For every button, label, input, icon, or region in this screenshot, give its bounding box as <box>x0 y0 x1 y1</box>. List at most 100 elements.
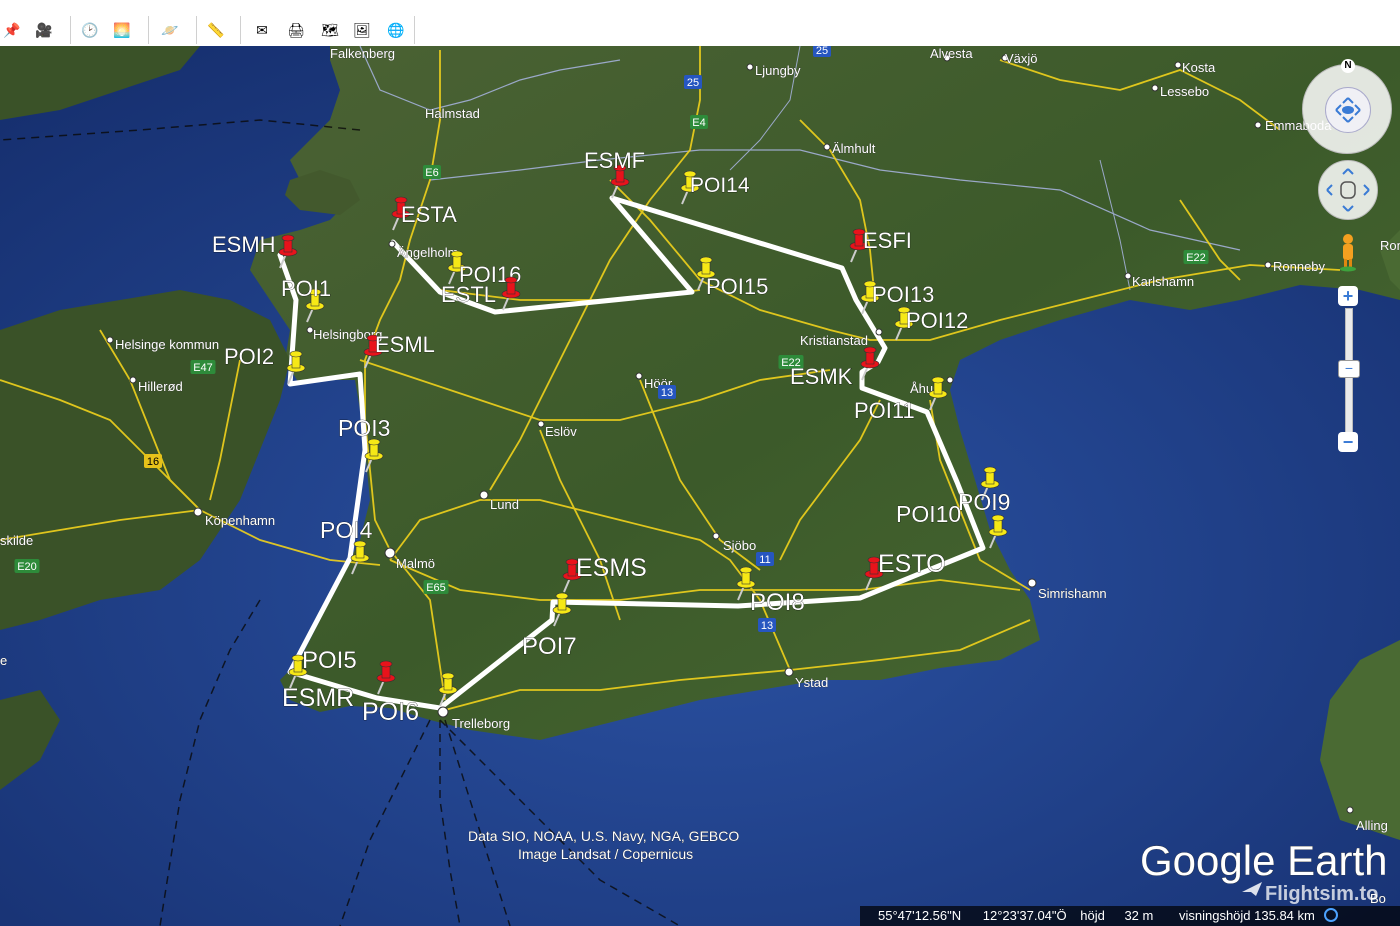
road-shield-label: 16 <box>147 456 159 468</box>
marker-label-poi12[interactable]: POI12 <box>906 308 969 334</box>
marker-label-poi2[interactable]: POI2 <box>224 344 275 370</box>
road-shield-label: E22 <box>1186 252 1206 264</box>
place-label: Lund <box>490 497 519 512</box>
marker-label-poi13[interactable]: POI13 <box>872 282 935 308</box>
move-control[interactable] <box>1318 160 1378 220</box>
road-shield-label: 25 <box>687 77 699 89</box>
zoom-in-button[interactable]: + <box>1338 286 1358 306</box>
view-in-maps-button[interactable]: 🗺 <box>318 18 342 42</box>
road-shield-r16: 16 <box>144 454 162 468</box>
marker-label-poi3[interactable]: POI3 <box>338 415 391 442</box>
zoom-out-button[interactable]: − <box>1338 432 1358 452</box>
road-shield-label: E4 <box>692 117 705 129</box>
add-tour-icon: 🎥 <box>35 21 53 38</box>
place-label: skilde <box>0 533 33 548</box>
place-label: Halmstad <box>425 106 480 121</box>
add-tour-button[interactable]: 🎥 <box>32 18 56 42</box>
add-placemark-button[interactable]: 📌 <box>0 18 24 42</box>
marker-label-poi10[interactable]: POI10 <box>896 501 962 528</box>
historical-imagery-icon: 🕑 <box>81 21 99 38</box>
road-shield-label: 13 <box>761 620 773 632</box>
compass-north-label: N <box>1341 59 1355 73</box>
marker-label-esmh[interactable]: ESMH <box>212 232 276 258</box>
zoom-handle[interactable]: − <box>1338 360 1360 378</box>
toolbar: 📌 🎥 🕑 🌅 🪐 📏 ✉ 🖨 🗺 🖼 🌐 <box>0 0 1400 46</box>
map-credits-imagery: Image Landsat / Copernicus <box>518 846 693 862</box>
toolbar-separator <box>414 16 415 44</box>
toolbar-separator <box>240 16 241 44</box>
marker-label-poi5[interactable]: POI5 <box>302 647 357 675</box>
sunlight-icon: 🌅 <box>113 21 131 38</box>
eye-altitude-readout: visningshöjd 135.84 km <box>1178 908 1315 923</box>
place-label: Kosta <box>1182 60 1216 75</box>
print-icon: 🖨 <box>287 21 305 38</box>
email-button[interactable]: ✉ <box>250 18 274 42</box>
ruler-icon: 📏 <box>207 21 225 38</box>
road-shield-label: E47 <box>193 362 213 374</box>
road-shield-r25b: 25 <box>813 46 831 57</box>
street-view-pegman-icon[interactable] <box>1338 232 1358 272</box>
save-image-button[interactable]: 🖼 <box>350 18 374 42</box>
place-label: Lessebo <box>1160 84 1209 99</box>
sunlight-button[interactable]: 🌅 <box>110 18 134 42</box>
marker-label-esms[interactable]: ESMS <box>576 554 647 583</box>
place-label: Simrishamn <box>1038 586 1107 601</box>
marker-label-esmr[interactable]: ESMR <box>282 684 355 713</box>
marker-label-estl[interactable]: ESTL <box>441 282 497 308</box>
marker-label-esta[interactable]: ESTA <box>401 202 458 228</box>
height-label: höjd <box>1080 908 1105 923</box>
place-label: Ystad <box>795 675 828 690</box>
marker-label-poi9[interactable]: POI9 <box>958 489 1011 516</box>
map-credits-data: Data SIO, NOAA, U.S. Navy, NGA, GEBCO <box>468 828 739 844</box>
place-label: Kristianstad <box>800 333 868 348</box>
ruler-button[interactable]: 📏 <box>204 18 228 42</box>
toolbar-separator <box>148 16 149 44</box>
map-view[interactable]: Falkenberg Halmstad Ljungby Alvesta Växj… <box>0 46 1400 926</box>
marker-label-poi11[interactable]: POI11 <box>854 398 915 424</box>
navigation-controls: N + − − <box>1300 58 1400 458</box>
road-shield-label: E20 <box>17 561 37 573</box>
zoom-slider[interactable]: + − − <box>1338 286 1360 454</box>
globe-button[interactable]: 🌐 <box>384 18 408 42</box>
print-button[interactable]: 🖨 <box>284 18 308 42</box>
place-label: Älmhult <box>832 141 876 156</box>
marker-label-poi8[interactable]: POI8 <box>750 589 805 617</box>
place-label: Malmö <box>396 556 435 571</box>
marker-label-esml[interactable]: ESML <box>375 332 436 358</box>
marker-label-poi4[interactable]: POI4 <box>320 517 373 544</box>
road-shield-e6: E6 <box>423 165 441 179</box>
height-readout: 32 m <box>1124 908 1154 923</box>
place-label: Hillerød <box>138 379 183 394</box>
place-label: e <box>0 653 7 668</box>
marker-label-poi14[interactable]: POI14 <box>690 174 750 198</box>
road-shield-label: 13 <box>661 387 673 399</box>
road-shield-label: 25 <box>816 46 828 57</box>
look-around-control[interactable]: N <box>1302 59 1392 154</box>
marker-label-esfi[interactable]: ESFI <box>863 228 913 254</box>
road-shield-label: E6 <box>425 167 438 179</box>
road-shield-e22b: E22 <box>1183 250 1209 264</box>
planets-button[interactable]: 🪐 <box>158 18 182 42</box>
add-placemark-icon: 📌 <box>3 21 21 38</box>
marker-label-esmk[interactable]: ESMK <box>790 364 853 390</box>
marker-label-esto[interactable]: ESTO <box>878 550 946 579</box>
toolbar-separator <box>70 16 71 44</box>
road-shield-label: E65 <box>426 582 446 594</box>
place-label: Ljungby <box>755 63 801 78</box>
road-shield-e47: E47 <box>190 360 216 374</box>
road-shield-label: 11 <box>759 554 770 566</box>
historical-imagery-button[interactable]: 🕑 <box>78 18 102 42</box>
road-shield-r13b: 13 <box>658 385 676 399</box>
place-label: Helsinge kommun <box>115 337 219 352</box>
marker-label-poi6[interactable]: POI6 <box>362 698 420 727</box>
planets-icon: 🪐 <box>161 21 179 38</box>
marker-label-poi7[interactable]: POI7 <box>522 633 577 661</box>
place-label: Sjöbo <box>723 538 756 553</box>
place-label: Karlshamn <box>1132 274 1194 289</box>
place-label: Växjö <box>1005 51 1038 66</box>
marker-label-esmf[interactable]: ESMF <box>584 148 646 174</box>
google-earth-logo: Google Earth <box>1140 837 1388 884</box>
marker-label-poi15[interactable]: POI15 <box>706 274 769 300</box>
eye-icon <box>1335 97 1361 123</box>
marker-label-poi1[interactable]: POI1 <box>281 276 332 302</box>
